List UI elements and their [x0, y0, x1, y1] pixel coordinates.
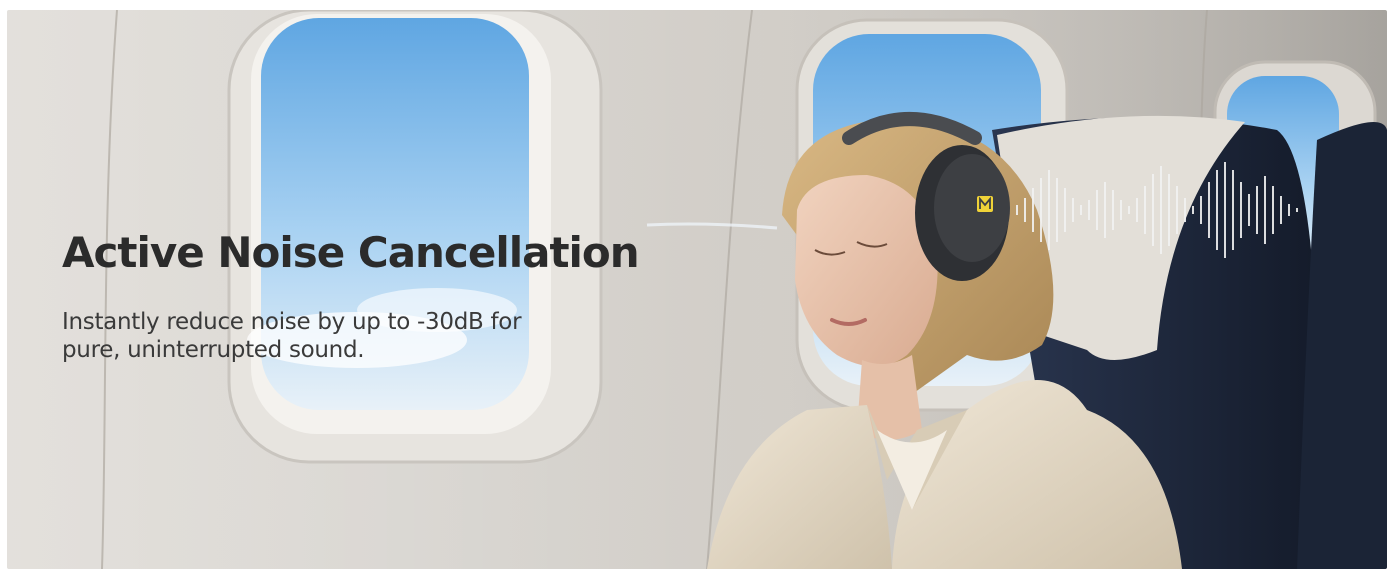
feature-headline: Active Noise Cancellation [62, 228, 640, 277]
feature-description: Instantly reduce noise by up to -30dB fo… [62, 309, 522, 363]
ear-cup [934, 154, 1010, 262]
feature-text-block: Active Noise Cancellation Instantly redu… [62, 228, 702, 364]
hero-banner: Active Noise Cancellation Instantly redu… [7, 10, 1387, 569]
